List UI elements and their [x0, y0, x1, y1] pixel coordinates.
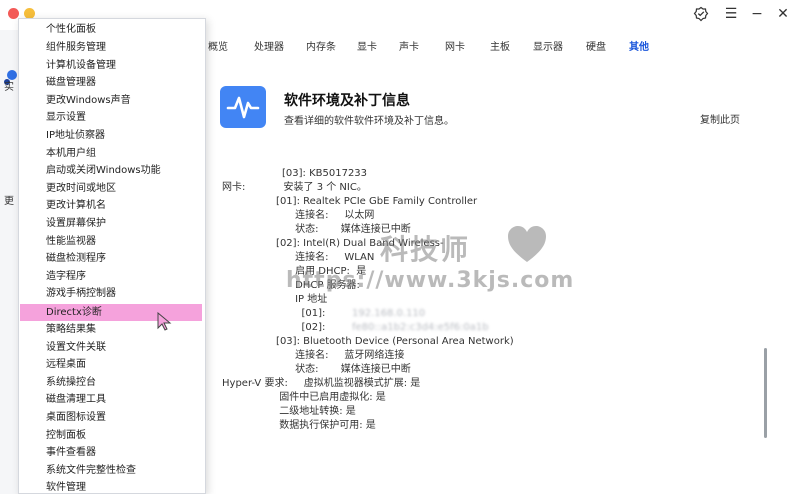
menu-item[interactable]: 游戏手柄控制器: [20, 285, 202, 302]
detail-line: 连接名: 蓝牙网络连接: [222, 350, 405, 361]
menu-item[interactable]: 设置屏幕保护: [20, 215, 202, 232]
menu-item[interactable]: 软件管理: [20, 479, 202, 493]
context-menu: 个性化面板 组件服务管理 计算机设备管理 磁盘管理器 更改Windows声音 显…: [18, 18, 206, 494]
watermark-text: 科技师: [380, 233, 471, 266]
menu-item[interactable]: 远程桌面: [20, 356, 202, 373]
detail-line: 数据执行保护可用: 是: [222, 420, 376, 431]
redacted-ip: 192.168.0.110: [352, 308, 426, 319]
tab-gpu[interactable]: 显卡: [357, 38, 377, 53]
sidebar-fragment: 实: [4, 82, 14, 93]
detail-line: IP 地址: [222, 294, 328, 305]
verify-icon[interactable]: [692, 6, 710, 26]
detail-line: 网卡: 安装了 3 个 NIC。: [222, 182, 367, 193]
page-title: 软件环境及补丁信息: [284, 93, 410, 109]
tab-monitor[interactable]: 显示器: [533, 38, 563, 53]
tab-motherboard[interactable]: 主板: [490, 38, 510, 53]
menu-item[interactable]: 桌面图标设置: [20, 409, 202, 426]
detail-line: 二级地址转换: 是: [222, 406, 356, 417]
menu-item[interactable]: 更改Windows声音: [20, 92, 202, 109]
tab-processor[interactable]: 处理器: [254, 38, 284, 53]
menu-item[interactable]: 更改时间或地区: [20, 180, 202, 197]
menu-item[interactable]: 系统操控台: [20, 374, 202, 391]
app-window: ☰ − ✕ 实 更 概览 处理器 内存条 显卡 声卡 网卡 主板 显示器 硬盘 …: [0, 0, 800, 494]
menu-item[interactable]: 控制面板: [20, 427, 202, 444]
menu-item[interactable]: 事件查看器: [20, 444, 202, 461]
tab-disk[interactable]: 硬盘: [586, 38, 606, 53]
menu-item[interactable]: 系统文件完整性检查: [20, 462, 202, 479]
menu-item[interactable]: 磁盘检测程序: [20, 250, 202, 267]
sidebar-fragment: 更: [4, 196, 14, 207]
menu-item[interactable]: 更改计算机名: [20, 197, 202, 214]
detail-line: [03]: Bluetooth Device (Personal Area Ne…: [222, 336, 514, 347]
detail-line: 固件中已启用虚拟化: 是: [222, 392, 386, 403]
pulse-icon: [220, 86, 266, 128]
detail-line: [01]: Realtek PCIe GbE Family Controller: [222, 196, 478, 207]
menu-item[interactable]: 显示设置: [20, 109, 202, 126]
menu-item[interactable]: 组件服务管理: [20, 39, 202, 56]
menu-item-selected[interactable]: Directx诊断: [20, 304, 202, 321]
detail-line: 状态: 媒体连接已中断: [222, 364, 411, 375]
detail-line: Hyper-V 要求: 虚拟机监视器模式扩展: 是: [222, 378, 421, 389]
menu-item[interactable]: 设置文件关联: [20, 339, 202, 356]
detail-line: 连接名: WLAN: [222, 252, 375, 263]
detail-line: [01]:: [222, 308, 326, 319]
menu-icon[interactable]: ☰: [722, 6, 740, 22]
menu-item[interactable]: 计算机设备管理: [20, 57, 202, 74]
menu-item[interactable]: 启动或关闭Windows功能: [20, 162, 202, 179]
scrollbar-thumb[interactable]: [764, 348, 767, 438]
menu-item[interactable]: 磁盘管理器: [20, 74, 202, 91]
menu-item[interactable]: 造字程序: [20, 268, 202, 285]
detail-text-panel: [03]: KB5017233 网卡: 安装了 3 个 NIC。 [01]: R…: [222, 168, 762, 458]
copy-page-link[interactable]: 复制此页: [700, 111, 740, 126]
menu-item[interactable]: 策略结果集: [20, 321, 202, 338]
tab-memory[interactable]: 内存条: [306, 38, 336, 53]
menu-item[interactable]: 个性化面板: [20, 21, 202, 38]
detail-line: 连接名: 以太网: [222, 210, 375, 221]
menu-item[interactable]: 磁盘清理工具: [20, 391, 202, 408]
menu-item[interactable]: 本机用户组: [20, 145, 202, 162]
tab-other[interactable]: 其他: [629, 38, 649, 53]
detail-line: [02]:: [222, 322, 326, 333]
page-subtitle: 查看详细的软件软件环境及补丁信息。: [284, 116, 454, 127]
heart-icon: [508, 226, 546, 262]
menu-item[interactable]: 性能监视器: [20, 233, 202, 250]
tab-overview[interactable]: 概览: [208, 38, 228, 53]
redacted-ip: fe80::a1b2:c3d4:e5f6:0a1b: [352, 322, 489, 333]
tab-sound[interactable]: 声卡: [399, 38, 419, 53]
close-icon[interactable]: ✕: [774, 6, 792, 22]
detail-line: [03]: KB5017233: [282, 168, 368, 179]
mouse-cursor-icon: [157, 312, 172, 331]
tab-network[interactable]: 网卡: [445, 38, 465, 53]
app-sidebar: 实 更: [0, 30, 18, 494]
menu-item[interactable]: IP地址侦察器: [20, 127, 202, 144]
watermark-url: https://www.3kjs.com: [286, 268, 575, 293]
minimize-icon[interactable]: −: [748, 6, 766, 22]
